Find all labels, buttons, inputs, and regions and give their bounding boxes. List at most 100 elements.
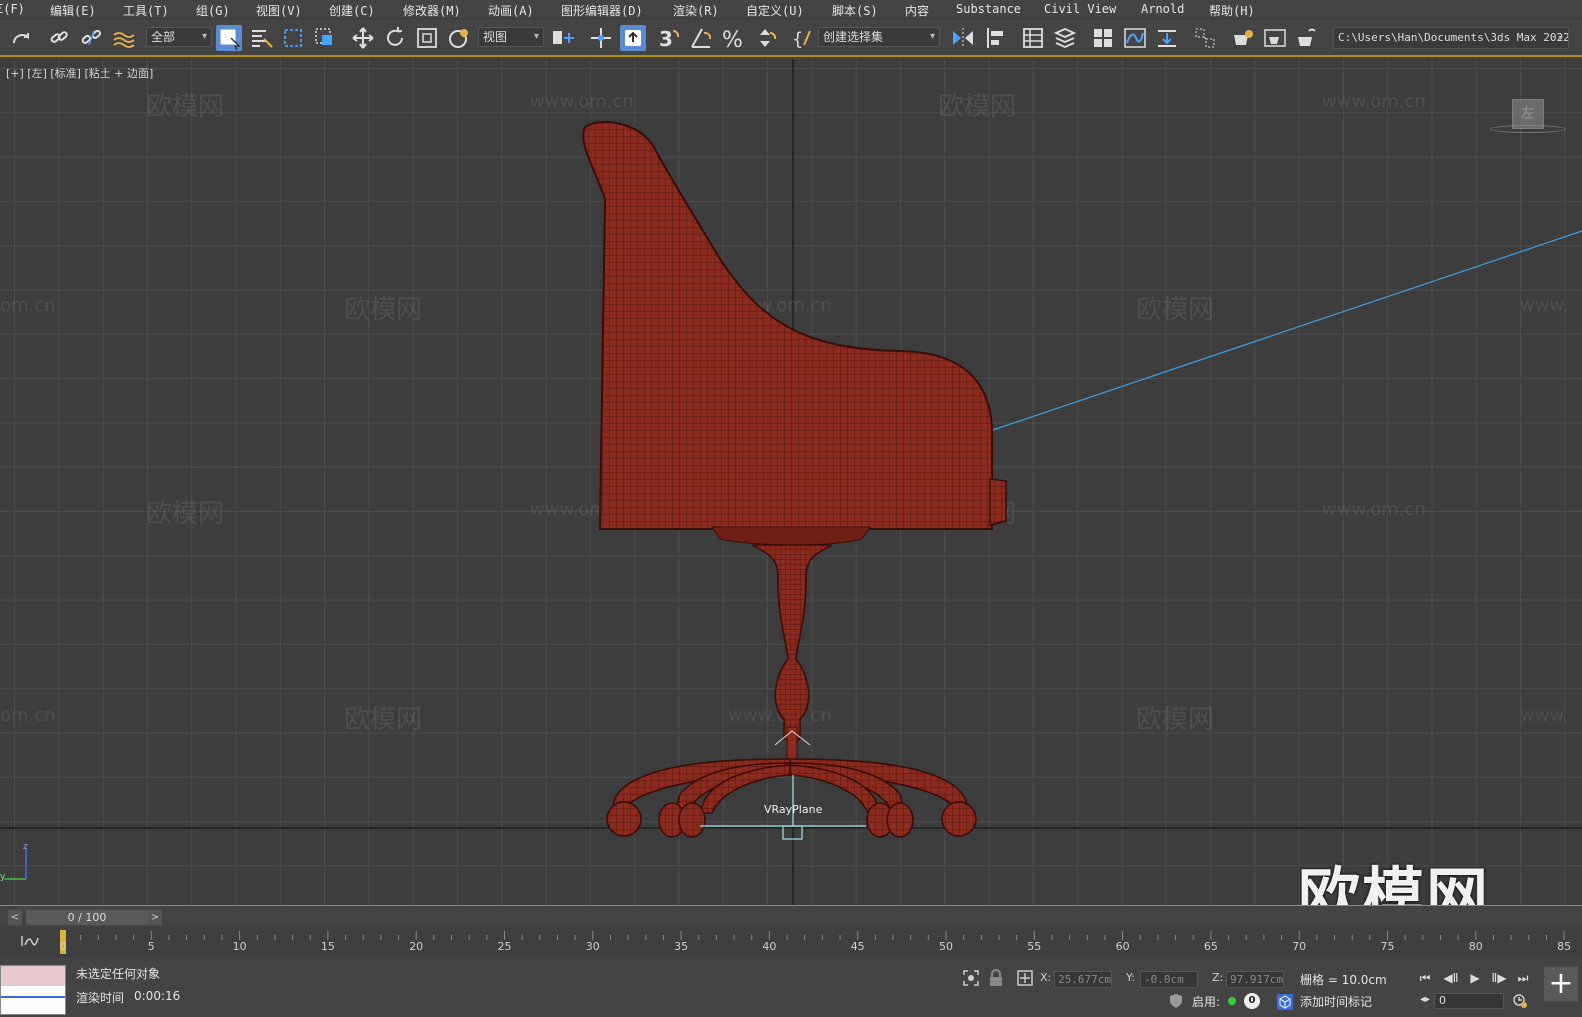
menu-edit[interactable]: 编辑(E) bbox=[50, 2, 96, 19]
render-production-icon[interactable] bbox=[1294, 25, 1320, 51]
key-mode-toggle-icon[interactable]: ◂▸ bbox=[1416, 991, 1434, 1009]
y-coord-field[interactable]: -0.0cm bbox=[1140, 971, 1198, 988]
prev-frame-arrow-icon[interactable]: < bbox=[8, 910, 22, 925]
go-to-start-icon[interactable]: ⏮ bbox=[1416, 969, 1434, 987]
menu-modifiers[interactable]: 修改器(M) bbox=[403, 2, 461, 19]
menu-scripting[interactable]: 脚本(S) bbox=[832, 2, 878, 19]
status-bar: 未选定任何对象 渲染时间 0:00:16 X: 25.677cm Y: -0.0… bbox=[0, 957, 1582, 1017]
selection-filter-dropdown[interactable]: 全部 bbox=[146, 27, 212, 47]
tick-label: 25 bbox=[497, 940, 512, 953]
menu-content[interactable]: 内容 bbox=[905, 2, 929, 19]
chair-seat-bottom bbox=[711, 526, 871, 546]
reference-coordinate-dropdown[interactable]: 视图 bbox=[478, 27, 544, 47]
go-to-end-icon[interactable]: ⏭ bbox=[1514, 969, 1532, 987]
select-by-name-icon[interactable] bbox=[248, 25, 274, 51]
menu-arnold[interactable]: Arnold bbox=[1141, 2, 1184, 16]
toggle-ribbon-icon[interactable] bbox=[1090, 25, 1116, 51]
rotate-icon[interactable] bbox=[382, 25, 408, 51]
menu-create[interactable]: 创建(C) bbox=[329, 2, 375, 19]
axis-z-label: z bbox=[23, 842, 28, 852]
bind-space-warp-icon[interactable] bbox=[110, 25, 136, 51]
next-frame-icon[interactable]: Ⅱ▶ bbox=[1490, 969, 1508, 987]
menu-substance[interactable]: Substance bbox=[956, 2, 1021, 16]
current-frame-field[interactable]: 0 bbox=[1434, 993, 1504, 1009]
render-setup-icon[interactable] bbox=[1230, 25, 1256, 51]
mirror-icon[interactable] bbox=[950, 25, 976, 51]
scene-explorer-icon[interactable] bbox=[1020, 25, 1046, 51]
chair-pedestal[interactable] bbox=[751, 544, 833, 740]
chair-shell[interactable] bbox=[582, 121, 993, 530]
add-time-tag[interactable]: 添加时间标记 bbox=[1300, 993, 1372, 1010]
rendered-frame-window-icon[interactable] bbox=[1262, 25, 1288, 51]
pivot-center-icon[interactable] bbox=[550, 25, 576, 51]
menu-file[interactable]: Ξ(F) bbox=[0, 2, 25, 16]
percent-snap-icon[interactable]: % bbox=[720, 25, 746, 51]
curve-editor-icon[interactable] bbox=[1122, 25, 1148, 51]
edit-named-selection-icon[interactable]: { bbox=[790, 25, 816, 51]
named-selection-dropdown[interactable]: 创建选择集 bbox=[818, 27, 940, 47]
unlink-icon[interactable] bbox=[78, 25, 104, 51]
move-icon[interactable] bbox=[350, 25, 376, 51]
time-tag-icon[interactable] bbox=[1276, 993, 1294, 1011]
menu-civil-view[interactable]: Civil View bbox=[1044, 2, 1116, 16]
time-configuration-icon[interactable] bbox=[1512, 993, 1528, 1009]
menu-help[interactable]: 帮助(H) bbox=[1209, 2, 1255, 19]
next-frame-arrow-icon[interactable]: > bbox=[148, 910, 162, 925]
tick-label: 50 bbox=[939, 940, 953, 953]
menu-tools[interactable]: 工具(T) bbox=[123, 2, 169, 19]
track-bar[interactable]: 0 5 10 15 20 25 30 35 40 45 50 55 60 65 70 75 80 85 bbox=[0, 927, 1582, 957]
render-time-label: 渲染时间 bbox=[76, 991, 125, 1005]
rectangular-selection-icon[interactable] bbox=[280, 25, 306, 51]
menu-group[interactable]: 组(G) bbox=[196, 2, 230, 19]
link-icon[interactable] bbox=[46, 25, 72, 51]
material-editor-icon[interactable] bbox=[1192, 25, 1218, 51]
x-coord-field[interactable]: 25.677cm bbox=[1054, 971, 1112, 988]
menu-animation[interactable]: 动画(A) bbox=[488, 2, 534, 19]
tick-label: 35 bbox=[674, 940, 689, 953]
scene-canvas: z y bbox=[0, 59, 1582, 905]
keyboard-shortcut-override-icon[interactable] bbox=[620, 25, 646, 51]
main-toolbar: 全部 视图 3 % { 创建选择集 C:\Users\Han\Documents… bbox=[0, 19, 1582, 57]
snaps-toggle-icon[interactable]: 3 bbox=[656, 25, 682, 51]
menu-graph-editors[interactable]: 图形编辑器(D) bbox=[561, 2, 643, 19]
menu-rendering[interactable]: 渲染(R) bbox=[673, 2, 719, 19]
z-coord-label: Z: bbox=[1212, 971, 1224, 984]
tick-label: 5 bbox=[147, 940, 155, 953]
viewcube-compass[interactable] bbox=[1490, 125, 1566, 133]
project-folder-dropdown[interactable]: C:\Users\Han\Documents\3ds Max 2022 bbox=[1333, 27, 1569, 49]
left-viewport[interactable]: [+] [左] [标准] [粘土 + 边面] 欧模网 www.om.cn 欧模网… bbox=[0, 59, 1582, 905]
tick-label: 40 bbox=[762, 940, 777, 953]
zoom-extents-plus-icon[interactable]: + bbox=[1544, 967, 1578, 1001]
tick-label: 15 bbox=[320, 940, 335, 953]
vray-plane-label: VRayPlane bbox=[764, 803, 823, 816]
previous-frame-icon[interactable]: ◀Ⅱ bbox=[1442, 969, 1460, 987]
angle-snap-icon[interactable] bbox=[688, 25, 714, 51]
align-icon[interactable] bbox=[982, 25, 1008, 51]
play-icon[interactable]: ▶ bbox=[1466, 969, 1484, 987]
shield-icon[interactable] bbox=[1168, 993, 1184, 1009]
place-icon[interactable] bbox=[446, 25, 472, 51]
time-slider[interactable]: 0 / 100 bbox=[26, 910, 148, 925]
spinner-snap-icon[interactable] bbox=[752, 25, 778, 51]
scale-icon[interactable] bbox=[414, 25, 440, 51]
redo-icon[interactable] bbox=[8, 25, 34, 51]
schematic-view-icon[interactable] bbox=[1154, 25, 1180, 51]
absolute-mode-transform-icon[interactable] bbox=[1016, 969, 1034, 987]
maxscript-mini-listener[interactable] bbox=[0, 965, 66, 1015]
isolate-selection-icon[interactable] bbox=[962, 969, 980, 987]
chair-seat-edge bbox=[989, 478, 1007, 526]
z-coord-field[interactable]: 97.917cm bbox=[1226, 971, 1284, 988]
menu-views[interactable]: 视图(V) bbox=[256, 2, 302, 19]
select-object-icon[interactable] bbox=[216, 25, 242, 51]
select-manipulate-icon[interactable] bbox=[588, 25, 614, 51]
tick-label: 65 bbox=[1203, 940, 1218, 953]
selection-lock-icon[interactable] bbox=[988, 969, 1004, 987]
layer-explorer-icon[interactable] bbox=[1052, 25, 1078, 51]
time-slider-bar: < 0 / 100 > bbox=[0, 905, 1582, 927]
enable-status-dot bbox=[1228, 997, 1236, 1005]
grid-size: 栅格 = 10.0cm bbox=[1300, 973, 1387, 987]
axis-y-label: y bbox=[0, 872, 6, 882]
window-crossing-icon[interactable] bbox=[312, 25, 338, 51]
menu-customize[interactable]: 自定义(U) bbox=[746, 2, 804, 19]
tick-label: 55 bbox=[1027, 940, 1042, 953]
